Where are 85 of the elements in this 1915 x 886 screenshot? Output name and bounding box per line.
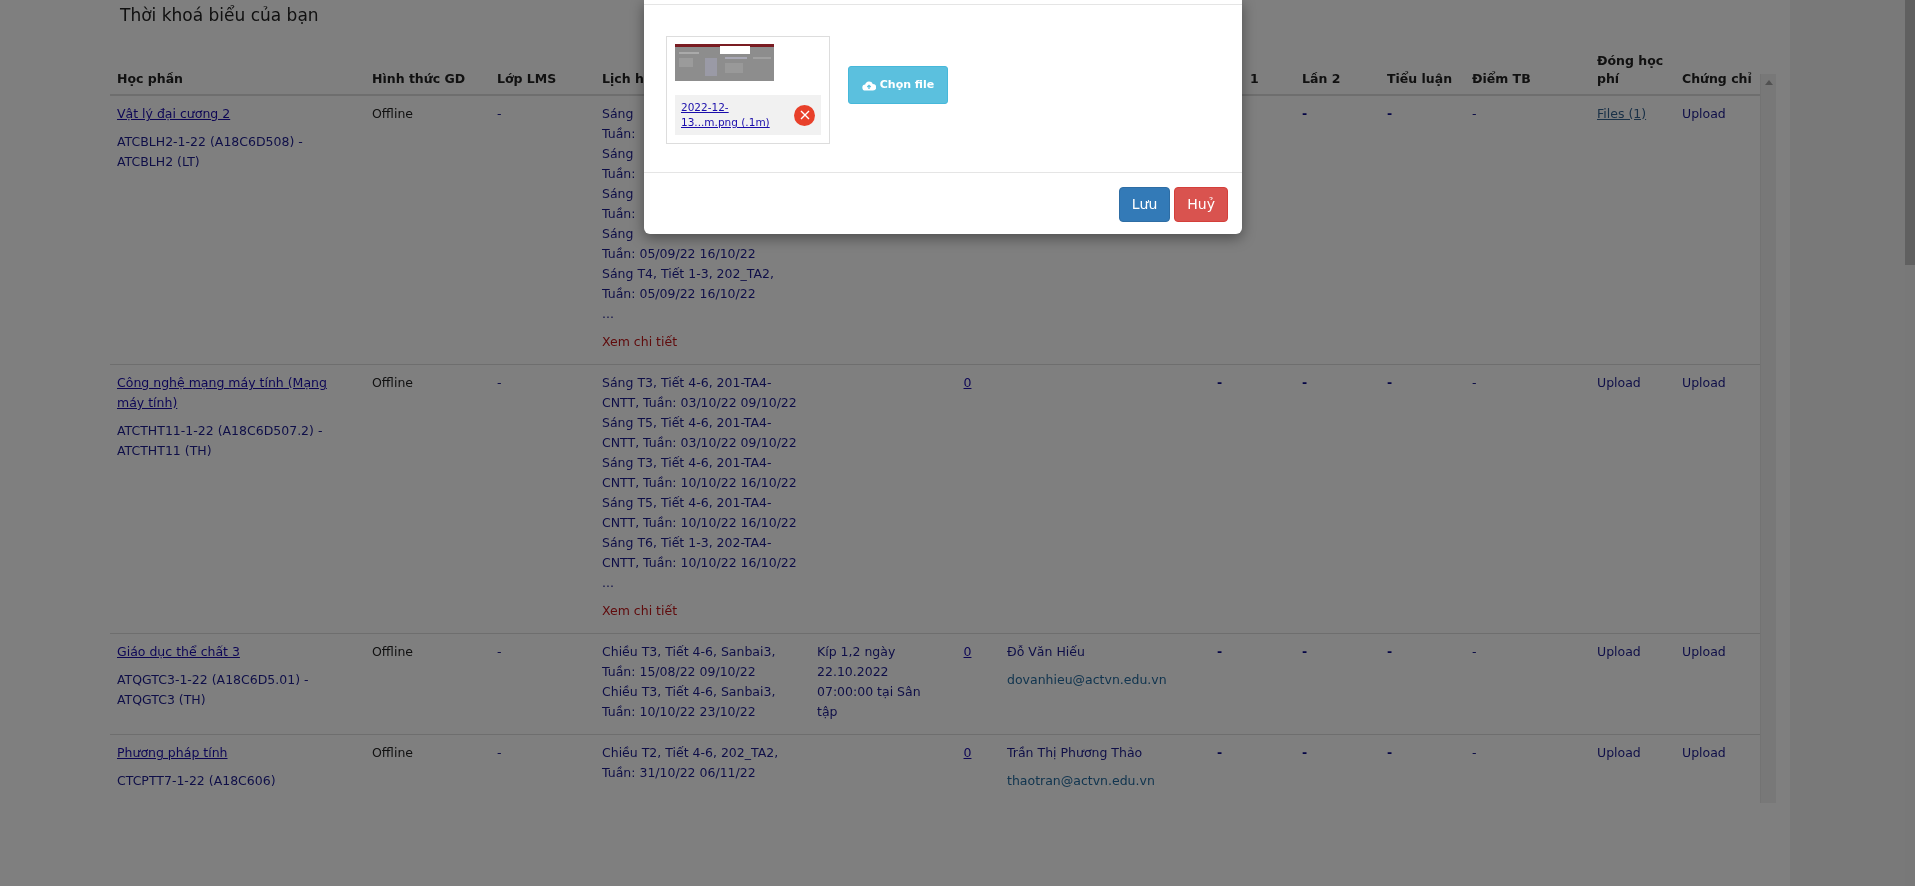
teacher-email: thaotran@actvn.edu.vn xyxy=(1007,772,1156,790)
course-code: CTCPTT7-1-22 (A18C606) xyxy=(117,772,277,790)
ellipsis-text: ... xyxy=(602,306,614,321)
column-header: Học phần xyxy=(110,44,365,95)
count-link[interactable]: 0 xyxy=(963,375,972,390)
teacher-name: Đỗ Văn Hiếu xyxy=(1007,643,1086,661)
score-cell: - xyxy=(1387,745,1393,760)
table-cell: Offline xyxy=(372,745,413,760)
schedule-entry: Sáng xyxy=(602,106,634,121)
upload-link[interactable]: Upload xyxy=(1682,745,1726,760)
score-cell: - xyxy=(1302,644,1308,659)
score-cell: - xyxy=(1302,106,1308,121)
course-code: ATQGTC3-1-22 (A18C6D5.01) - ATQGTC3 (TH) xyxy=(117,671,310,709)
course-code: ATCTHT11-1-22 (A18C6D507.2) - ATCTHT11 (TH) xyxy=(117,422,324,460)
score-cell: - xyxy=(1217,375,1223,390)
page-title: Thời khoá biểu của bạn xyxy=(119,4,320,27)
score-cell: - xyxy=(1387,644,1393,659)
detail-link[interactable]: Xem chi tiết xyxy=(602,601,678,621)
course-link[interactable]: Phương pháp tính xyxy=(117,743,358,763)
table-cell: - xyxy=(497,745,502,760)
upload-link[interactable]: Upload xyxy=(1682,644,1726,659)
upload-link[interactable]: Upload xyxy=(1682,375,1726,390)
table-cell: - xyxy=(497,106,502,121)
course-link[interactable]: Công nghệ mạng máy tính (Mạng máy tính) xyxy=(117,373,358,413)
schedule-entry: Tuần: 05/09/22 16/10/22 xyxy=(602,246,756,261)
schedule-entry: Chiều T3, Tiết 4-6, Sanbai3, Tuần: 15/08/22 09/10/22 xyxy=(602,644,776,679)
save-button[interactable]: Lưu xyxy=(1118,187,1171,222)
delete-button[interactable] xyxy=(794,104,815,126)
score-cell: - xyxy=(1217,745,1223,760)
score-cell: - xyxy=(1387,375,1393,390)
exam-info: Kíp 1,2 ngày 22.10.2022 07:00:00 tại Sân tập xyxy=(817,644,921,719)
upload-link[interactable]: Upload xyxy=(1597,745,1641,760)
schedule-entry: Sáng T4, Tiết 1-3, 202_TA2, xyxy=(602,266,774,281)
schedule-entry: Tuần: xyxy=(602,206,636,221)
cloud-upload-icon xyxy=(861,79,876,91)
schedule-entry: Sáng T5, Tiết 4-6, 201-TA4-CNTT, Tuần: 10/10/22 16/10/22 xyxy=(602,495,797,530)
schedule-entry: Chiều T3, Tiết 4-6, Sanbai3, Tuần: 10/10/22 23/10/22 xyxy=(602,684,776,719)
course-link[interactable]: Giáo dục thể chất 3 xyxy=(117,642,358,662)
detail-link[interactable]: Xem chi tiết xyxy=(602,332,678,352)
score-cell: - xyxy=(1387,106,1393,121)
score-cell: - xyxy=(1217,644,1223,659)
score-cell: - xyxy=(1472,106,1477,121)
score-cell: - xyxy=(1302,745,1308,760)
teacher-name: Trần Thị Phương Thảo xyxy=(1007,744,1144,762)
column-header: Đóng học phí xyxy=(1590,44,1675,95)
schedule-entry: Sáng T5, Tiết 4-6, 201-TA4-CNTT, Tuần: 03/10/22 09/10/22 xyxy=(602,415,797,450)
score-cell: - xyxy=(1472,745,1477,760)
schedule-entry: Sáng T3, Tiết 4-6, 201-TA4-CNTT, Tuần: 10/10/22 16/10/22 xyxy=(602,455,797,490)
score-cell: - xyxy=(1302,375,1308,390)
cancel-button[interactable]: Huỷ xyxy=(1174,187,1228,222)
score-cell: - xyxy=(1472,644,1477,659)
close-icon xyxy=(799,110,810,120)
column-header: Hình thức GD xyxy=(365,44,490,95)
table-cell: - xyxy=(497,375,502,390)
schedule-entry: Chiều T2, Tiết 4-6, 202_TA2, Tuần: 31/10/22 06/11/22 xyxy=(602,745,779,780)
table-cell: Offline xyxy=(372,644,413,659)
score-cell: - xyxy=(1472,375,1477,390)
ellipsis-text: ... xyxy=(602,575,614,590)
course-link[interactable]: Vật lý đại cương 2 xyxy=(117,104,358,124)
schedule-entry: Sáng T6, Tiết 1-3, 202-TA4-CNTT, Tuần: 10/10/22 16/10/22 xyxy=(602,535,797,570)
column-header: Lớp LMS xyxy=(490,44,595,95)
schedule-entry: Sáng xyxy=(602,226,634,241)
scrollbar[interactable] xyxy=(1760,74,1776,803)
teacher-email: dovanhieu@actvn.edu.vn xyxy=(1007,671,1168,689)
upload-link[interactable]: Upload xyxy=(1597,375,1641,390)
schedule-entry: Sáng xyxy=(602,186,634,201)
upload-link[interactable]: Upload xyxy=(1597,644,1641,659)
table-cell: Offline xyxy=(372,375,413,390)
scrollbar-thumb[interactable] xyxy=(1905,0,1915,265)
schedule-entry: Tuần: xyxy=(602,166,636,181)
count-link[interactable]: 0 xyxy=(963,644,972,659)
schedule-entry: Tuần: xyxy=(602,126,636,141)
column-header: Điểm TB xyxy=(1465,44,1590,95)
scroll-up-icon[interactable] xyxy=(1764,80,1773,85)
files-link[interactable]: Files (1) xyxy=(1597,106,1647,121)
schedule-entry: Tuần: 05/09/22 16/10/22 xyxy=(602,286,756,301)
schedule-entry: Sáng T3, Tiết 4-6, 201-TA4-CNTT, Tuần: 03/10/22 09/10/22 xyxy=(602,375,797,410)
table-cell: - xyxy=(497,644,502,659)
count-link[interactable]: 0 xyxy=(963,745,972,760)
table-cell: Offline xyxy=(372,106,413,121)
column-header: Tiểu luận xyxy=(1380,44,1465,95)
upload-link[interactable]: Upload xyxy=(1682,106,1726,121)
column-header: Lần 2 xyxy=(1295,44,1380,95)
course-code: ATCBLH2-1-22 (A18C6D508) - ATCBLH2 (LT) xyxy=(117,133,304,171)
schedule-entry: Sáng xyxy=(602,146,634,161)
